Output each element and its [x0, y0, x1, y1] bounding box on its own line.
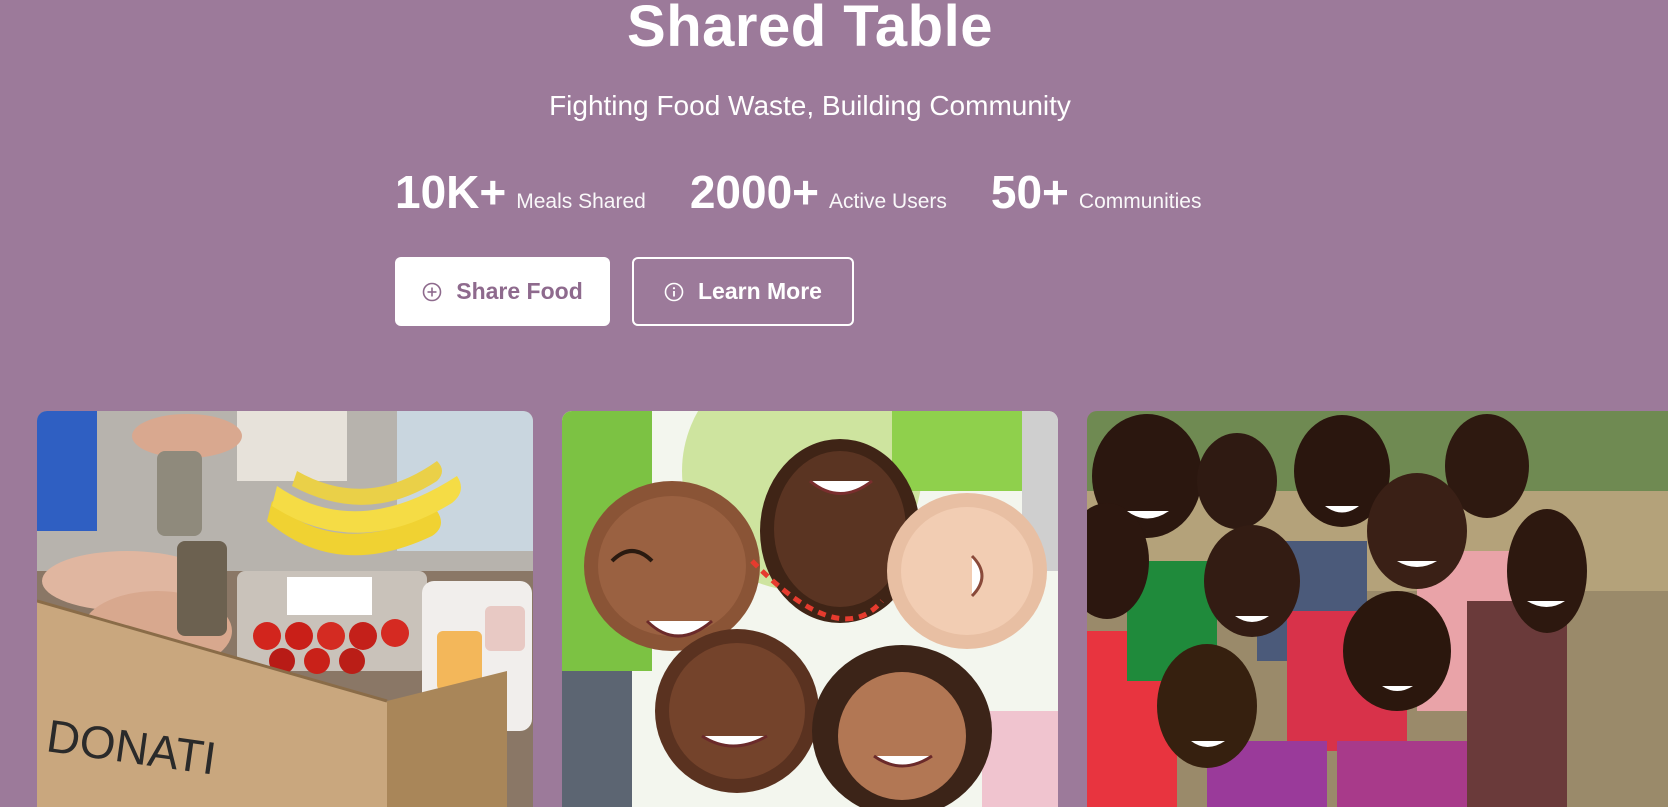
info-circle-icon [664, 282, 684, 302]
stats-row: 10K+ Meals Shared 2000+ Active Users 50+… [395, 164, 1201, 220]
stat-value: 2000+ [689, 166, 820, 218]
learn-more-label: Learn More [698, 278, 822, 304]
stat-value: 10K+ [395, 166, 507, 218]
stat-communities: 50+ Communities [991, 164, 1202, 220]
share-food-label: Share Food [456, 278, 583, 304]
gallery-image-children-group [1087, 411, 1668, 807]
page-title: Shared Table [627, 0, 993, 59]
gallery-image-children-circle [562, 411, 1058, 807]
share-food-button[interactable]: Share Food [395, 257, 610, 326]
stat-value: 50+ [990, 166, 1069, 218]
stat-label: Communities [1078, 190, 1202, 213]
stat-label: Meals Shared [516, 190, 646, 213]
plus-circle-icon [422, 282, 442, 302]
page-subtitle: Fighting Food Waste, Building Community [549, 90, 1071, 121]
hero-section: Shared Table Fighting Food Waste, Buildi… [0, 0, 1668, 807]
gallery-image-food-donation: DONATI [37, 411, 533, 807]
learn-more-button[interactable]: Learn More [632, 257, 854, 326]
stat-label: Active Users [829, 190, 947, 213]
stat-active-users: 2000+ Active Users [690, 164, 947, 220]
stat-meals-shared: 10K+ Meals Shared [395, 164, 646, 220]
